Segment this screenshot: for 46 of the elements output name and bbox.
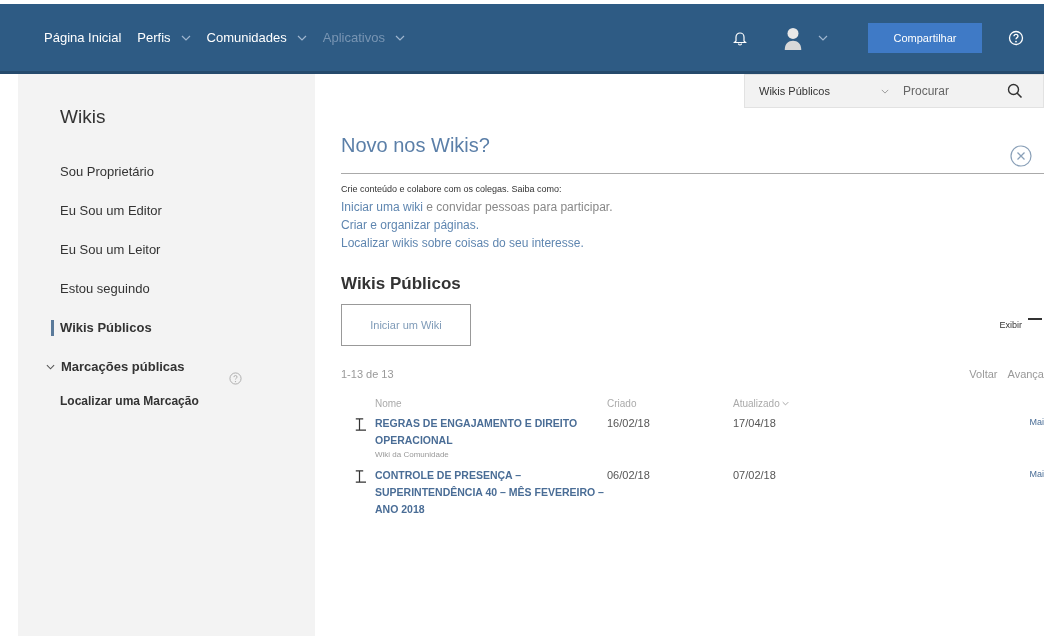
wiki-icon [353, 469, 366, 484]
sidebar-link[interactable]: Localizar uma Marcação [60, 394, 199, 408]
intro-link[interactable]: Criar e organizar páginas. [341, 218, 480, 232]
table-cell-text: 06/02/18 [607, 468, 651, 481]
intro-link[interactable]: Localizar wikis sobre coisas do seu interesse. [341, 236, 584, 250]
section-title: Wikis Públicos [341, 274, 462, 294]
table-cell-text: 17/04/18 [733, 416, 777, 429]
sidebar-item[interactable]: Sou Proprietário [60, 164, 154, 180]
show-label: Exibir [999, 320, 1022, 330]
more-link[interactable]: Mai [1013, 415, 1044, 427]
start-wiki-button[interactable]: Iniciar um Wiki [341, 304, 471, 346]
sidebar-item[interactable]: Eu Sou um Editor [60, 203, 162, 219]
avatar-icon[interactable] [782, 25, 804, 50]
wiki-name-link[interactable]: REGRAS DE ENGAJAMENTO E DIREITO OPERACIONAL [375, 415, 607, 449]
intro-text: Iniciar uma wiki e convidar pessoas para participar. [341, 200, 614, 214]
nav-link[interactable]: Perfis [137, 30, 191, 45]
caret-icon[interactable] [46, 364, 55, 370]
close-icon[interactable] [1010, 145, 1032, 167]
wiki-type: Wiki da Comunidade [375, 449, 449, 461]
table-cell-text: 16/02/18 [607, 416, 651, 429]
nav-link[interactable]: Página Inicial [44, 30, 122, 45]
caret-icon[interactable] [296, 34, 307, 41]
wiki-icon [353, 417, 366, 432]
sidebar-section[interactable]: Marcações públicas [46, 359, 185, 375]
wiki-name-link[interactable]: CONTROLE DE PRESENÇA – SUPERINTENDÊNCIA 40 – MÊS FEVEREIRO – ANO 2018 [375, 467, 607, 518]
nav-link[interactable]: Comunidades [206, 30, 307, 45]
search-icon[interactable] [1007, 83, 1023, 99]
search-field[interactable]: Procurar [901, 83, 995, 99]
back-link[interactable]: Voltar [969, 368, 998, 380]
forward-link[interactable]: Avança [1007, 368, 1044, 380]
intro-title: Novo nos Wikis? [341, 134, 490, 157]
search-scope[interactable]: Wikis Públicos [759, 85, 869, 97]
caret-icon[interactable] [818, 34, 828, 41]
sidebar-item[interactable]: Eu Sou um Leitor [60, 242, 161, 258]
result-count: 1-13 de 13 [341, 368, 394, 380]
caret-icon[interactable] [881, 88, 889, 94]
intro-text: Crie conteúdo e colabore com os colegas. Saiba como: [341, 184, 563, 194]
share-button[interactable]: Compartilhar [868, 22, 982, 53]
bell-icon[interactable] [732, 29, 748, 46]
more-link[interactable]: Mai [1013, 467, 1044, 479]
table-cell-text: 07/02/18 [733, 468, 777, 481]
intro-link[interactable]: Iniciar uma wiki [341, 200, 424, 214]
sidebar-title: Wikis [60, 106, 106, 128]
sidebar-item[interactable]: Estou seguindo [60, 281, 150, 297]
sidebar-item[interactable]: Wikis Públicos [51, 320, 152, 336]
caret-icon[interactable] [180, 34, 191, 41]
